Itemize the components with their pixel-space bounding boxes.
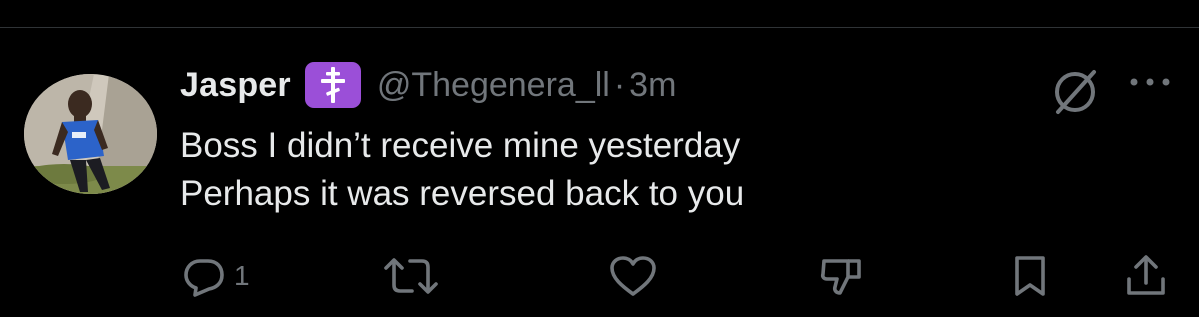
reply-icon xyxy=(182,254,226,298)
orthodox-cross-badge-icon xyxy=(304,62,361,108)
reply-button[interactable]: 1 xyxy=(182,248,250,304)
header-separator: · xyxy=(613,65,626,104)
author-name[interactable]: Jasper xyxy=(180,66,291,105)
top-divider xyxy=(0,27,1199,28)
avatar[interactable] xyxy=(24,74,157,194)
bookmark-icon xyxy=(1012,253,1048,299)
like-button[interactable] xyxy=(608,248,658,304)
bookmark-button[interactable] xyxy=(1012,248,1048,304)
dislike-button[interactable] xyxy=(818,248,864,304)
tweet-text-line: Boss I didn’t receive mine yesterday xyxy=(180,126,741,165)
more-icon[interactable] xyxy=(1124,66,1176,98)
grok-icon[interactable] xyxy=(1048,62,1104,118)
dislike-icon xyxy=(818,253,864,299)
repost-icon xyxy=(382,254,440,298)
tweet-header: Jasper @Thegenera_ll · 3m xyxy=(180,60,676,110)
share-button[interactable] xyxy=(1124,248,1168,304)
timestamp[interactable]: 3m xyxy=(629,66,676,105)
tweet-text: Boss I didn’t receive mine yesterday Per… xyxy=(180,122,1160,218)
action-bar: 1 xyxy=(0,248,1199,304)
repost-button[interactable] xyxy=(382,248,440,304)
share-icon xyxy=(1124,253,1168,299)
reply-count: 1 xyxy=(234,260,250,291)
like-icon xyxy=(608,254,658,298)
tweet-text-line: Perhaps it was reversed back to you xyxy=(180,174,745,213)
author-handle[interactable]: @Thegenera_ll xyxy=(377,66,610,105)
